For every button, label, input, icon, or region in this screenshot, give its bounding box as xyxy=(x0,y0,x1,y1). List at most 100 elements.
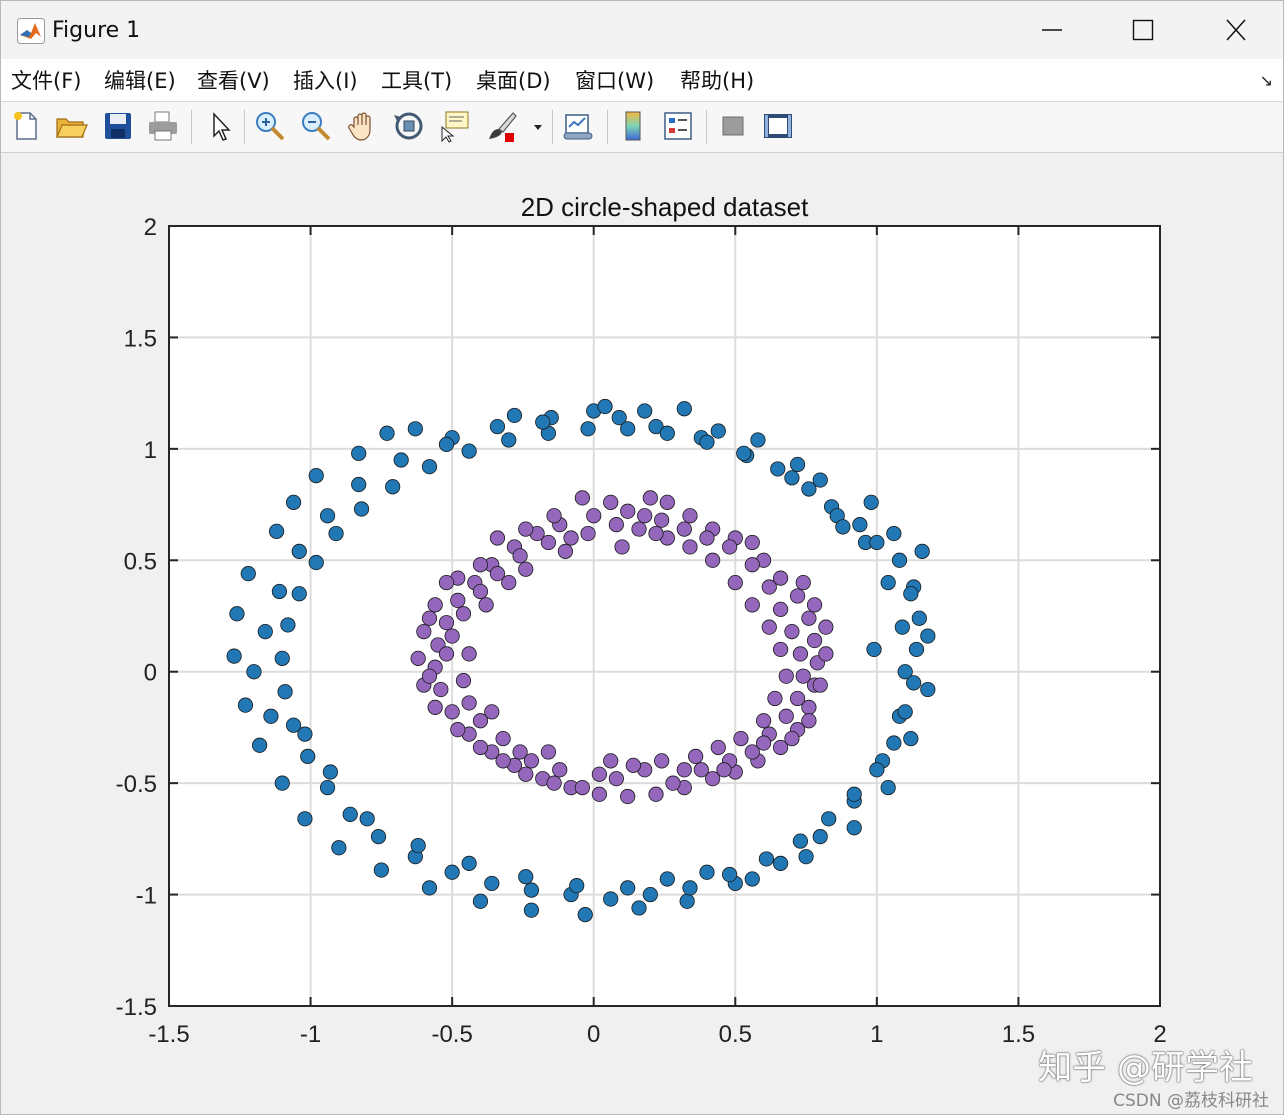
outer-ring-point xyxy=(370,829,387,845)
inner-ring-point xyxy=(778,668,794,684)
toolbar-separator xyxy=(607,110,608,144)
outer-ring-point xyxy=(237,697,254,713)
outer-ring-point xyxy=(676,401,692,417)
save-icon[interactable] xyxy=(101,109,135,143)
inner-ring-point xyxy=(455,606,472,622)
toolbar-separator xyxy=(244,110,245,144)
inner-ring-point xyxy=(518,561,534,577)
brush-dropdown-icon[interactable] xyxy=(529,109,547,143)
outer-ring-point xyxy=(642,886,658,903)
open-file-icon[interactable] xyxy=(54,109,88,143)
close-icon xyxy=(1226,19,1246,41)
outer-ring-point xyxy=(353,501,370,517)
inner-ring-point xyxy=(512,744,528,760)
maximize-button[interactable] xyxy=(1113,9,1173,51)
outer-ring-point xyxy=(863,494,879,510)
menu-insert[interactable]: 插入(I) xyxy=(293,65,358,95)
inner-ring-point xyxy=(620,503,636,519)
inner-ring-point xyxy=(563,530,579,546)
outer-ring-point xyxy=(821,811,837,827)
zoom-out-icon[interactable] xyxy=(299,109,333,143)
inner-ring-point xyxy=(806,597,823,613)
menu-file[interactable]: 文件(F) xyxy=(11,65,81,95)
inner-ring-point xyxy=(438,574,455,591)
brush-icon[interactable] xyxy=(485,109,519,143)
menu-help[interactable]: 帮助(H) xyxy=(680,65,754,95)
pan-hand-icon[interactable] xyxy=(346,109,380,143)
x-tick-label: -1 xyxy=(300,1021,321,1048)
print-icon[interactable] xyxy=(146,109,180,143)
link-plot-icon[interactable] xyxy=(561,109,595,143)
inner-ring-point xyxy=(812,677,828,693)
zoom-in-icon[interactable] xyxy=(253,109,287,143)
toolbar-separator xyxy=(191,110,192,144)
inner-ring-point xyxy=(789,690,806,707)
outer-ring-point xyxy=(268,523,285,539)
inner-ring-point xyxy=(654,512,670,528)
rotate-3d-icon[interactable] xyxy=(392,109,426,143)
inner-ring-point xyxy=(586,508,602,524)
outer-ring-point xyxy=(379,425,395,441)
outer-ring-point xyxy=(679,893,695,909)
inner-ring-point xyxy=(659,494,675,510)
close-button[interactable] xyxy=(1206,9,1266,51)
outer-ring-point xyxy=(603,891,619,907)
inner-ring-point xyxy=(642,490,658,506)
menu-view[interactable]: 查看(V) xyxy=(197,65,270,95)
inner-ring-point xyxy=(450,722,466,738)
outer-ring-point xyxy=(903,586,919,602)
outer-ring-point xyxy=(523,882,540,898)
outer-ring-point xyxy=(869,762,885,778)
y-tick-label: 1 xyxy=(144,437,157,464)
menu-desktop[interactable]: 桌面(D) xyxy=(476,65,551,95)
inner-ring-point xyxy=(444,628,460,644)
menu-edit[interactable]: 编辑(E) xyxy=(104,65,176,95)
new-figure-icon[interactable] xyxy=(9,109,43,143)
inner-ring-point xyxy=(806,632,823,649)
inner-ring-point xyxy=(744,557,760,573)
inner-ring-point xyxy=(438,615,455,631)
outer-ring-point xyxy=(580,421,596,437)
watermark-subtext: CSDN @荔枝科研社 xyxy=(1113,1091,1269,1111)
inner-ring-point xyxy=(648,786,664,802)
outer-ring-point xyxy=(359,811,375,827)
outer-ring-point xyxy=(319,508,336,524)
inner-ring-point xyxy=(546,508,562,524)
show-plot-tools-icon[interactable] xyxy=(761,109,795,143)
outer-ring-point xyxy=(351,476,367,493)
inner-ring-point xyxy=(603,753,619,769)
dock-arrow-icon[interactable]: ↘ xyxy=(1260,71,1273,90)
axes-area[interactable] xyxy=(169,226,1160,1006)
title-bar: Figure 1 xyxy=(1,1,1283,59)
menu-window[interactable]: 窗口(W) xyxy=(575,65,654,95)
y-tick-label: 2 xyxy=(144,214,157,241)
x-tick-label: 1.5 xyxy=(1002,1021,1035,1048)
insert-colorbar-icon[interactable] xyxy=(616,109,650,143)
edit-plot-arrow-icon[interactable] xyxy=(203,109,237,143)
outer-ring-point xyxy=(920,681,936,698)
outer-ring-point xyxy=(328,525,344,542)
inner-ring-point xyxy=(427,699,443,715)
y-tick-label: 0.5 xyxy=(124,548,157,575)
outer-ring-point xyxy=(229,606,245,622)
insert-legend-icon[interactable] xyxy=(661,109,695,143)
x-tick-label: -1.5 xyxy=(148,1021,189,1048)
scatter-plot[interactable]: -1.5 -1 -0.5 0 0.5 1 1.5 2-1.5-1-0.500.511.52 2… xyxy=(1,153,1283,1114)
data-cursor-icon[interactable] xyxy=(438,109,472,143)
outer-ring-point xyxy=(891,552,908,568)
outer-ring-point xyxy=(784,470,800,486)
menu-tools[interactable]: 工具(T) xyxy=(381,65,452,95)
inner-ring-point xyxy=(818,646,834,662)
inner-ring-point xyxy=(744,597,760,613)
minimize-button[interactable] xyxy=(1022,9,1082,51)
outer-ring-point xyxy=(620,880,636,896)
inner-ring-point xyxy=(772,601,789,617)
hide-plot-tools-icon[interactable] xyxy=(716,109,750,143)
outer-ring-point xyxy=(835,519,851,535)
matlab-logo-icon xyxy=(17,18,45,44)
inner-ring-point xyxy=(716,762,732,778)
outer-ring-point xyxy=(271,583,288,600)
inner-ring-point xyxy=(450,592,466,608)
inner-ring-point xyxy=(455,673,472,689)
x-tick-label: 1 xyxy=(870,1021,883,1048)
